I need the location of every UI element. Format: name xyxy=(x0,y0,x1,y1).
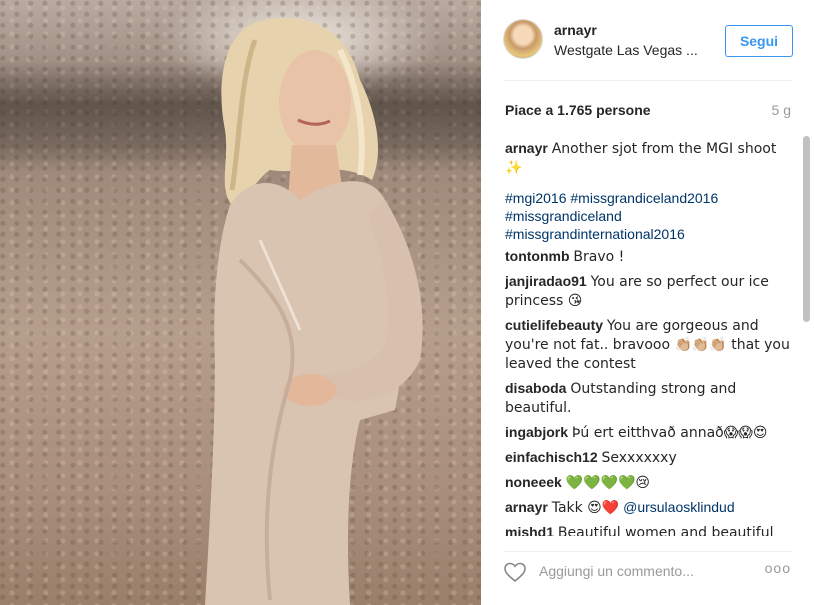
caption: arnayr Another sjot from the MGI shoot ✨ xyxy=(505,139,795,177)
comment-username[interactable]: tontonmb xyxy=(505,248,570,264)
comment-username[interactable]: noneeek xyxy=(505,474,562,490)
post-age[interactable]: 5 g xyxy=(772,102,791,118)
caption-username[interactable]: arnayr xyxy=(505,140,548,156)
comment-username[interactable]: arnayr xyxy=(505,499,548,515)
comment-mention[interactable]: @ursulaosklindud xyxy=(623,499,735,515)
more-options-icon[interactable]: ooo xyxy=(765,560,791,576)
comment-item: mishd1 Beautiful women and beautiful xyxy=(505,523,795,536)
scrollbar-thumb[interactable] xyxy=(803,136,810,322)
woman-figure xyxy=(205,18,423,605)
heart-icon[interactable] xyxy=(503,561,527,583)
hashtag-line[interactable]: #missgrandinternational2016 xyxy=(505,225,795,243)
comment-username[interactable]: disaboda xyxy=(505,380,566,396)
comment-text: Bravo ! xyxy=(573,249,625,265)
comment-bar: ooo xyxy=(503,551,793,590)
comment-item: janjiradao91 You are so perfect our ice … xyxy=(505,272,795,310)
comment-username[interactable]: ingabjork xyxy=(505,424,568,440)
comment-text: Takk 😍❤️ xyxy=(551,500,620,516)
comment-item: cutielifebeauty You are gorgeous and you… xyxy=(505,316,795,373)
comment-text: Sexxxxxxy xyxy=(601,450,677,466)
comment-item: noneeek 💚💚💚💚😢 xyxy=(505,473,795,492)
comment-text: 💚💚💚💚😢 xyxy=(565,475,651,491)
comment-item: einfachisch12 Sexxxxxxy xyxy=(505,448,795,467)
comments-scrollbar[interactable] xyxy=(803,134,811,522)
comment-username[interactable]: einfachisch12 xyxy=(505,449,598,465)
follow-button[interactable]: Segui xyxy=(725,25,793,57)
comment-text: Beautiful women and beautiful xyxy=(557,525,774,536)
hashtag-line[interactable]: #mgi2016 #missgrandiceland2016 xyxy=(505,189,795,207)
post-photo[interactable] xyxy=(0,0,481,605)
comments-list[interactable]: arnayr Another sjot from the MGI shoot ✨… xyxy=(505,139,795,536)
comment-item: disaboda Outstanding strong and beautifu… xyxy=(505,379,795,417)
post-username[interactable]: arnayr xyxy=(554,22,597,38)
comment-item: ingabjork Þú ert eitthvað annað😱😱😍 xyxy=(505,423,795,442)
hashtag-line[interactable]: #missgrandiceland xyxy=(505,207,795,225)
comment-username[interactable]: janjiradao91 xyxy=(505,273,587,289)
comment-input[interactable] xyxy=(539,560,749,582)
post-location[interactable]: Westgate Las Vegas ... xyxy=(554,42,698,58)
comment-item: arnayr Takk 😍❤️ @ursulaosklindud xyxy=(505,498,795,517)
comment-text: Þú ert eitthvað annað😱😱😍 xyxy=(571,425,768,441)
caption-hashtags: #mgi2016 #missgrandiceland2016 #missgran… xyxy=(505,189,795,243)
comment-item: tontonmb Bravo ! xyxy=(505,247,795,266)
post-header: arnayr Westgate Las Vegas ... Segui xyxy=(503,18,793,81)
likes-row: Piace a 1.765 persone 5 g xyxy=(503,102,793,122)
comment-username[interactable]: mishd1 xyxy=(505,524,554,536)
comment-username[interactable]: cutielifebeauty xyxy=(505,317,603,333)
likes-count[interactable]: Piace a 1.765 persone xyxy=(505,102,651,118)
avatar[interactable] xyxy=(503,19,543,59)
